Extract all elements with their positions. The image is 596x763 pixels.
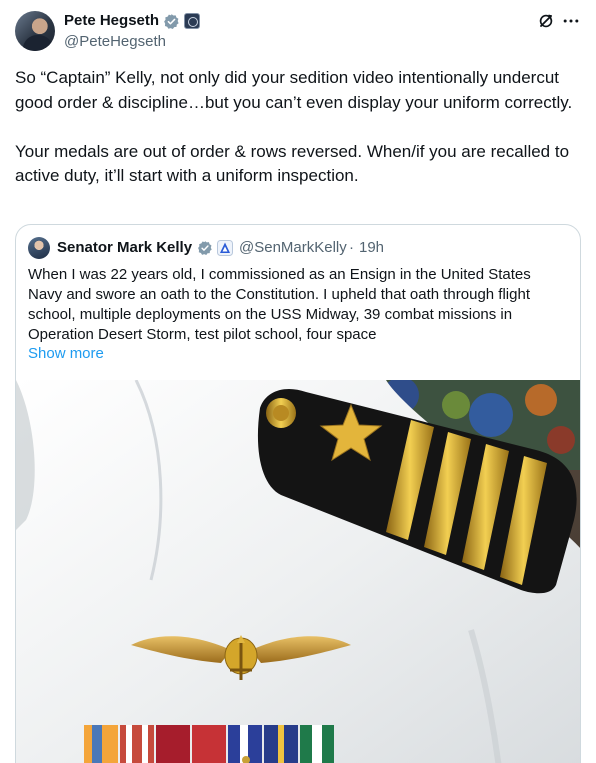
author-handle[interactable]: @PeteHegseth: [64, 33, 166, 50]
quoted-author-name[interactable]: Senator Mark Kelly: [57, 239, 192, 256]
quoted-verified-badge-icon[interactable]: [197, 240, 213, 256]
quoted-author-avatar[interactable]: [28, 237, 50, 259]
quoted-tweet-text: When I was 22 years old, I commissioned …: [28, 266, 531, 343]
show-more-link[interactable]: Show more: [28, 345, 104, 362]
more-horizontal-icon[interactable]: [561, 11, 581, 31]
quoted-time-separator: ·: [349, 239, 354, 256]
tweet-text: So “Captain” Kelly, not only did your se…: [15, 68, 573, 185]
author-avatar[interactable]: [15, 11, 55, 51]
grok-icon[interactable]: [536, 11, 556, 31]
tweet: Pete Hegseth @PeteHegseth So “Captain” K…: [0, 0, 596, 763]
author-name[interactable]: Pete Hegseth: [64, 12, 159, 29]
quoted-timestamp[interactable]: 19h: [359, 239, 384, 256]
verified-badge-icon[interactable]: [163, 13, 180, 30]
quoted-tweet[interactable]: Senator Mark Kelly @SenMarkKelly · 19h W…: [15, 224, 581, 763]
uniform-photo: [16, 380, 580, 763]
quoted-author-handle[interactable]: @SenMarkKelly: [239, 239, 347, 256]
senate-affiliation-icon: [217, 240, 233, 256]
government-seal-icon: [184, 13, 200, 29]
quoted-media-photo[interactable]: [16, 380, 580, 763]
